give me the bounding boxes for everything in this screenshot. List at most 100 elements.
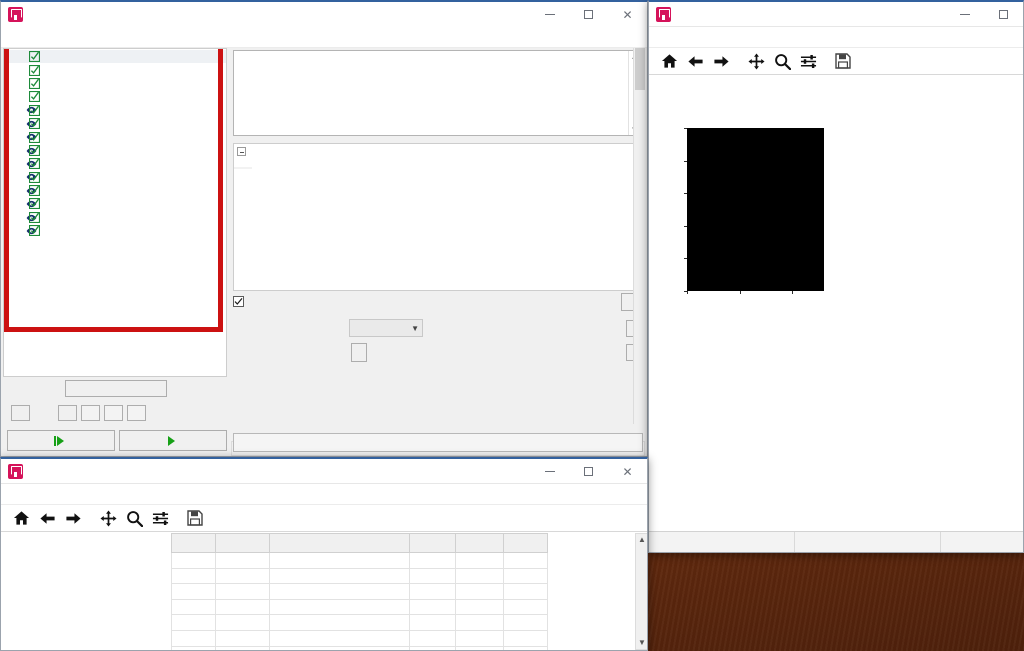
pipeline-module-relateobjects[interactable] [4,130,226,143]
eye-icon[interactable] [4,199,37,208]
eye-icon[interactable] [4,146,37,155]
minimize-button[interactable] [530,459,569,484]
module-checkbox-icon[interactable] [26,144,42,156]
save-icon[interactable] [182,507,208,530]
pan-icon[interactable] [95,507,121,530]
scroll-up-icon[interactable]: ▲ [638,534,646,546]
cellprofiler-main-window[interactable]: ✕ ▲ ▼ [0,0,648,457]
subplot-nuclei[interactable] [649,110,836,319]
show-excluded-checkbox[interactable] [233,296,244,307]
configure-subplots-icon[interactable] [147,507,173,530]
table-row[interactable] [171,645,548,650]
main-menubar[interactable] [1,27,647,48]
file-list-box[interactable] [233,143,641,291]
table-row[interactable] [171,567,548,585]
table-header-mean[interactable] [409,533,456,553]
module-help-text-box[interactable]: ▲ ▼ [233,50,641,136]
table-header-image[interactable] [171,533,216,553]
pipeline-module-namesandtypes[interactable] [4,77,226,90]
measurements-table[interactable] [171,533,548,650]
module-checkbox-icon[interactable] [26,118,42,130]
apply-filters-button[interactable] [351,342,367,362]
pipeline-module-identifytertiaryobjects[interactable] [4,157,226,170]
tertiary-menubar[interactable] [649,27,1023,48]
menu-file[interactable] [7,493,21,495]
pipeline-module-images[interactable] [4,50,226,64]
show-excluded-row[interactable] [233,292,641,311]
filter-images-select[interactable]: ▼ [349,319,423,337]
save-icon[interactable] [830,50,856,73]
remove-module-button[interactable] [81,405,100,421]
home-icon[interactable] [656,50,682,73]
menu-tools[interactable] [669,36,683,38]
minimize-button[interactable] [945,2,984,27]
main-titlebar[interactable]: ✕ [1,2,647,27]
menu-tools[interactable] [21,493,35,495]
scroll-down-icon[interactable]: ▼ [638,637,646,649]
tree-collapse-icon[interactable] [237,147,246,156]
footer-help-button[interactable] [11,405,30,421]
minimize-button[interactable] [530,2,569,27]
eye-icon[interactable] [4,173,37,182]
eye-icon[interactable] [4,133,37,142]
module-checkbox-icon[interactable] [26,77,42,89]
file-tree-root[interactable] [234,146,640,157]
pipeline-panel[interactable] [3,48,227,377]
pipeline-module-groups[interactable] [4,90,226,103]
pipeline-module-identifyprimaryobjects[interactable] [4,117,226,130]
view-output-settings-button[interactable] [65,380,167,397]
maximize-button[interactable] [569,459,608,484]
move-module-up-button[interactable] [104,405,123,421]
module-checkbox-icon[interactable] [26,104,42,116]
menu-data-tools[interactable] [49,36,63,38]
back-arrow-icon[interactable] [34,507,60,530]
eye-icon[interactable] [4,119,37,128]
pipeline-module-measureobjectsizeshape[interactable] [4,184,226,197]
menu-edit[interactable] [21,36,35,38]
menu-help[interactable] [49,493,63,495]
pipeline-module-identifyprimaryobjects[interactable] [4,104,226,117]
table-row[interactable] [171,598,548,616]
move-module-down-button[interactable] [127,405,146,421]
menu-file[interactable] [7,36,21,38]
menu-help[interactable] [77,36,91,38]
settings-vertical-scrollbar[interactable] [633,48,645,424]
module-checkbox-icon[interactable] [26,91,42,103]
pipeline-module-saveimages[interactable] [4,211,226,224]
pipeline-module-measureobjectintensity[interactable] [4,171,226,184]
pipeline-module-overlayoutlines[interactable] [4,197,226,210]
measure-window-controls[interactable]: ✕ [530,459,647,484]
tertiary-toolbar[interactable] [649,48,1023,75]
add-module-button[interactable] [58,405,77,421]
module-checkbox-icon[interactable] [26,51,42,63]
table-row[interactable] [171,552,548,569]
tertiary-figure-canvas[interactable] [649,76,1023,527]
module-checkbox-icon[interactable] [26,211,42,223]
table-row[interactable] [171,583,548,600]
table-header-std[interactable] [503,533,548,553]
configure-subplots-icon[interactable] [795,50,821,73]
analyze-images-button[interactable] [119,430,227,451]
maximize-button[interactable] [569,2,608,27]
table-row[interactable] [171,629,548,647]
pan-icon[interactable] [743,50,769,73]
module-checkbox-icon[interactable] [26,185,42,197]
main-window-controls[interactable]: ✕ [530,2,647,27]
measure-titlebar[interactable]: ✕ [1,459,647,484]
module-checkbox-icon[interactable] [26,64,42,76]
menu-file[interactable] [655,36,669,38]
module-checkbox-icon[interactable] [26,131,42,143]
forward-arrow-icon[interactable] [60,507,86,530]
module-checkbox-icon[interactable] [26,171,42,183]
measurements-table-wrapper[interactable]: ▲ ▼ [171,533,647,650]
menu-window[interactable] [63,36,77,38]
measure-toolbar[interactable] [1,505,647,532]
eye-icon[interactable] [4,213,37,222]
menu-help[interactable] [697,36,711,38]
eye-icon[interactable] [4,106,37,115]
file-list-item[interactable] [234,159,640,161]
close-button[interactable]: ✕ [608,2,647,27]
maximize-button[interactable] [984,2,1023,27]
eye-icon[interactable] [4,159,37,168]
close-button[interactable]: ✕ [608,459,647,484]
